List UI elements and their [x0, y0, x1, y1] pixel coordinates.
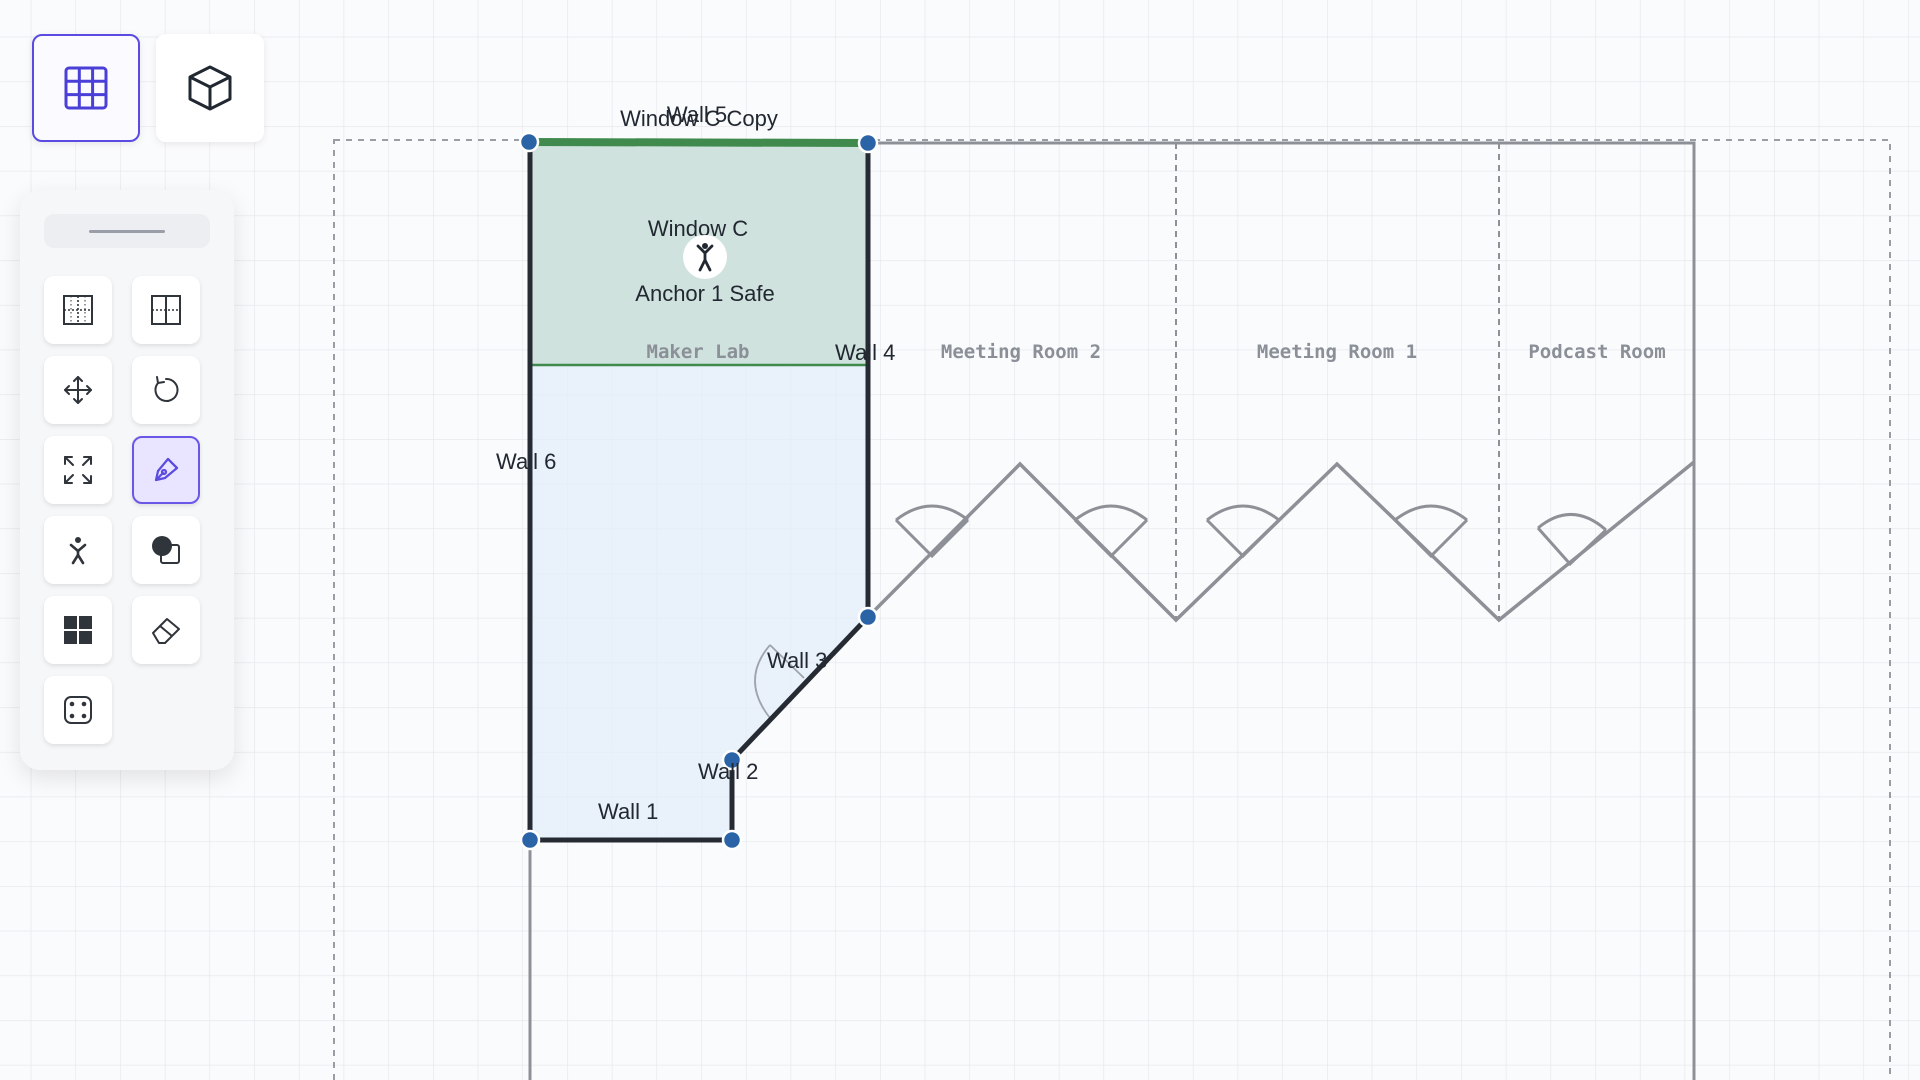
vertex-handle — [519, 829, 541, 851]
wall-3-label: Wall 3 — [767, 648, 827, 673]
anchor-label: Anchor 1 Safe — [635, 281, 774, 306]
room-label-meeting-room-2: Meeting Room 2 — [941, 341, 1101, 363]
resize-tool[interactable] — [44, 436, 112, 504]
plan-view-button[interactable] — [32, 34, 140, 142]
pen-icon — [154, 457, 179, 482]
wall-5-label: Wall 5 — [667, 102, 727, 127]
cube-icon — [188, 65, 232, 111]
floorplan-canvas[interactable]: Meeting Room 2 Meeting Room 1 Podcast Ro… — [0, 0, 1920, 1080]
person-icon — [69, 537, 87, 565]
wall-5-segment[interactable] — [529, 138, 869, 147]
move-tool[interactable] — [44, 356, 112, 424]
anchor-points-tool[interactable] — [44, 676, 112, 744]
person-tool[interactable] — [44, 516, 112, 584]
vertex-handle — [721, 829, 743, 851]
tiles-tool[interactable] — [44, 596, 112, 664]
room-label-podcast-room: Podcast Room — [1528, 341, 1665, 363]
divider-tool[interactable] — [132, 276, 200, 344]
dotted-grid-tool[interactable] — [44, 276, 112, 344]
shape-tool[interactable] — [132, 516, 200, 584]
wall-1-label: Wall 1 — [598, 799, 658, 824]
expand-icon — [64, 456, 92, 484]
vertex-handle — [857, 606, 879, 628]
vertex-handle — [857, 132, 879, 154]
room-label-meeting-room-1: Meeting Room 1 — [1257, 341, 1417, 363]
grid-dashed-icon — [63, 295, 93, 325]
vertex-handle — [518, 131, 540, 153]
3d-view-button[interactable] — [156, 34, 264, 142]
rotate-icon — [154, 376, 179, 402]
eraser-tool[interactable] — [132, 596, 200, 664]
move-arrows-icon — [64, 376, 92, 404]
anchor-marker[interactable] — [683, 235, 727, 279]
wall-4-label: Wall 4 — [835, 340, 895, 365]
eraser-icon — [152, 618, 180, 644]
shapes-icon — [152, 536, 180, 564]
room-label-maker-lab: Maker Lab — [647, 341, 750, 363]
rotate-tool[interactable] — [132, 356, 200, 424]
grid-background — [0, 0, 1920, 1080]
dice-four-icon — [64, 696, 92, 724]
tiles-icon — [64, 616, 92, 644]
pen-tool[interactable] — [132, 436, 200, 504]
tool-palette — [20, 190, 234, 770]
grid-icon — [64, 66, 108, 110]
wall-2-label: Wall 2 — [698, 759, 758, 784]
wall-6-label: Wall 6 — [496, 449, 556, 474]
palette-drag-handle[interactable] — [44, 214, 210, 248]
grid-divider-icon — [151, 295, 181, 325]
